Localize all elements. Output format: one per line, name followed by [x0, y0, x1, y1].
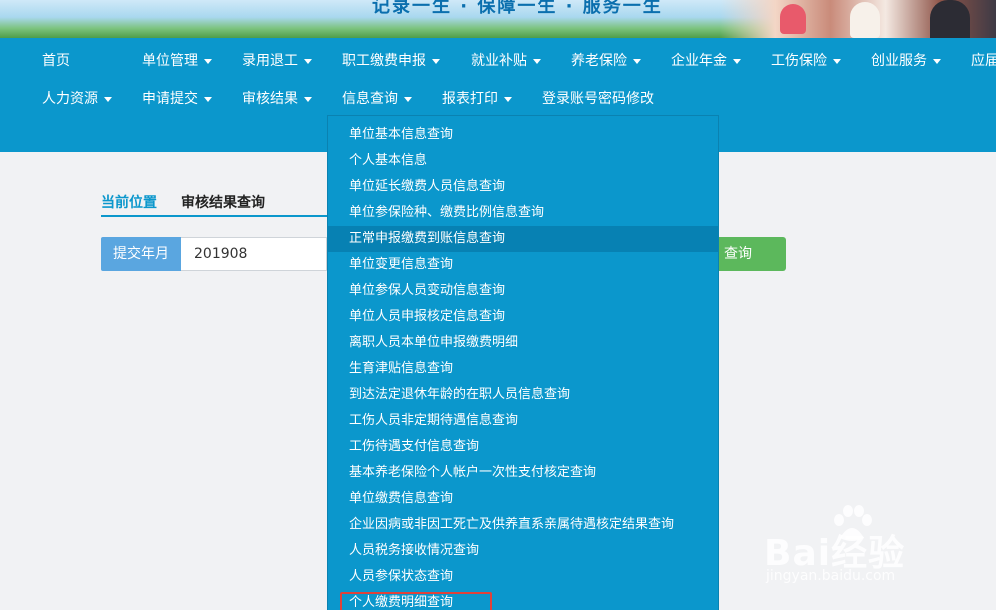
dropdown-item[interactable]: 工伤人员非定期待遇信息查询	[328, 408, 718, 434]
submit-month-input[interactable]	[181, 237, 327, 271]
dropdown-item[interactable]: 个人基本信息	[328, 148, 718, 174]
submit-month-label: 提交年月	[101, 237, 181, 271]
header-banner: 记录一生 · 保障一生 · 服务一生	[0, 0, 996, 38]
dropdown-item[interactable]: 单位缴费信息查询	[328, 486, 718, 512]
caret-down-icon	[304, 58, 312, 64]
banner-photo-figure	[930, 0, 970, 38]
caret-down-icon	[204, 96, 212, 102]
dropdown-item[interactable]: 单位变更信息查询	[328, 252, 718, 278]
nav-item-unit-management[interactable]: 单位管理	[142, 50, 212, 70]
dropdown-item[interactable]: 单位参保险种、缴费比例信息查询	[328, 200, 718, 226]
baidu-jingyan-watermark: Bai经验 jingyan.baidu.com	[760, 500, 990, 592]
nav-item-employment-subsidy[interactable]: 就业补贴	[471, 50, 541, 70]
caret-down-icon	[533, 58, 541, 64]
nav-item-graduates[interactable]: 应届	[971, 50, 996, 70]
breadcrumb: 当前位置 审核结果查询	[101, 191, 331, 217]
caret-down-icon	[204, 58, 212, 64]
banner-slogan: 记录一生 · 保障一生 · 服务一生	[372, 0, 663, 17]
dropdown-item[interactable]: 人员参保状态查询	[328, 564, 718, 590]
dropdown-item[interactable]: 人员税务接收情况查询	[328, 538, 718, 564]
caret-down-icon	[304, 96, 312, 102]
dropdown-item[interactable]: 单位延长缴费人员信息查询	[328, 174, 718, 200]
nav-item-review-results[interactable]: 审核结果	[242, 88, 312, 108]
nav-item-employee-contribution[interactable]: 职工缴费申报	[342, 50, 440, 70]
caret-down-icon	[432, 58, 440, 64]
nav-item-enterprise-annuity[interactable]: 企业年金	[671, 50, 741, 70]
dropdown-item[interactable]: 离职人员本单位申报缴费明细	[328, 330, 718, 356]
caret-down-icon	[633, 58, 641, 64]
watermark-url: jingyan.baidu.com	[766, 568, 896, 584]
caret-down-icon	[104, 96, 112, 102]
nav-item-hire-dismiss[interactable]: 录用退工	[242, 50, 312, 70]
nav-item-human-resources[interactable]: 人力资源	[42, 88, 112, 108]
nav-item-pension-insurance[interactable]: 养老保险	[571, 50, 641, 70]
banner-photo-figure	[850, 2, 880, 38]
banner-family-photo	[720, 0, 996, 38]
nav-item-injury-insurance[interactable]: 工伤保险	[771, 50, 841, 70]
dropdown-item[interactable]: 工伤待遇支付信息查询	[328, 434, 718, 460]
caret-down-icon	[933, 58, 941, 64]
nav-item-info-query[interactable]: 信息查询	[342, 88, 412, 108]
nav-item-report-print[interactable]: 报表打印	[442, 88, 512, 108]
dropdown-item[interactable]: 单位参保人员变动信息查询	[328, 278, 718, 304]
nav-item-submit-application[interactable]: 申请提交	[142, 88, 212, 108]
dropdown-item[interactable]: 到达法定退休年龄的在职人员信息查询	[328, 382, 718, 408]
caret-down-icon	[404, 96, 412, 102]
dropdown-item-personal-payment-detail[interactable]: 个人缴费明细查询	[328, 590, 718, 610]
nav-item-entrepreneurship[interactable]: 创业服务	[871, 50, 941, 70]
info-query-dropdown-menu: 单位基本信息查询 个人基本信息 单位延长缴费人员信息查询 单位参保险种、缴费比例…	[327, 115, 719, 610]
banner-photo-figure	[780, 4, 806, 34]
dropdown-item[interactable]: 单位人员申报核定信息查询	[328, 304, 718, 330]
caret-down-icon	[833, 58, 841, 64]
caret-down-icon	[504, 96, 512, 102]
dropdown-item[interactable]: 生育津贴信息查询	[328, 356, 718, 382]
nav-item-home[interactable]: 首页	[42, 50, 70, 70]
dropdown-item[interactable]: 单位基本信息查询	[328, 122, 718, 148]
dropdown-item-hovered[interactable]: 正常申报缴费到账信息查询	[328, 226, 718, 252]
page-title: 审核结果查询	[181, 195, 265, 211]
caret-down-icon	[733, 58, 741, 64]
dropdown-item[interactable]: 企业因病或非因工死亡及供养直系亲属待遇核定结果查询	[328, 512, 718, 538]
nav-item-change-password[interactable]: 登录账号密码修改	[542, 88, 654, 108]
breadcrumb-current-position: 当前位置	[101, 195, 157, 211]
dropdown-item[interactable]: 基本养老保险个人帐户一次性支付核定查询	[328, 460, 718, 486]
